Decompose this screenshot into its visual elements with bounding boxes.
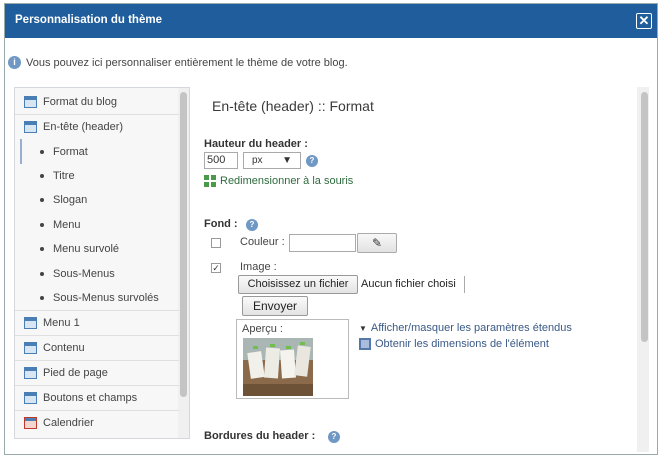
sidebar-subitem-slogan[interactable]: Slogan: [15, 188, 179, 213]
section-title: En-tête (header) :: Format: [212, 98, 374, 114]
help-icon[interactable]: ?: [306, 155, 318, 167]
sidebar-item-pied-de-page[interactable]: Pied de page: [15, 361, 179, 386]
unit-select-value: px: [252, 155, 263, 166]
resize-icon: [204, 175, 216, 187]
sidebar-subitem-format[interactable]: Format: [15, 140, 179, 165]
background-label: Fond :: [204, 218, 238, 230]
dialog-title: Personnalisation du thème: [15, 14, 162, 26]
sidebar-item-label: Slogan: [53, 194, 88, 206]
resize-link-label: Redimensionner à la souris: [220, 175, 354, 187]
color-checkbox[interactable]: [211, 238, 221, 248]
menu-icon: [24, 317, 37, 329]
sidebar-item-label: Titre: [53, 170, 75, 182]
resize-with-mouse-link[interactable]: Redimensionner à la souris: [204, 175, 353, 187]
sidebar-subitem-menu[interactable]: Menu: [15, 213, 179, 238]
sidebar-item-contenu[interactable]: Contenu: [15, 336, 179, 361]
footer-icon: [24, 367, 37, 379]
header-height-input[interactable]: 500: [204, 152, 238, 169]
get-dimensions-link[interactable]: Obtenir les dimensions de l'élément: [359, 338, 549, 350]
sidebar-subitem-titre[interactable]: Titre: [15, 164, 179, 189]
sidebar-item-label: Pied de page: [43, 367, 108, 379]
content-icon: [24, 342, 37, 354]
sidebar-item-menu-1[interactable]: Menu 1: [15, 311, 179, 336]
sidebar-item-label: Format du blog: [43, 96, 117, 108]
image-checkbox[interactable]: ✓: [211, 263, 221, 273]
triangle-down-icon: ▼: [359, 323, 367, 333]
bullet-icon: [40, 198, 44, 202]
sidebar-item-label: Menu: [53, 219, 81, 231]
bullet-icon: [40, 247, 44, 251]
info-icon: i: [8, 56, 21, 69]
sidebar-item-label: Contenu: [43, 342, 85, 354]
color-picker-button[interactable]: ✎: [357, 233, 397, 253]
sidebar-item-label: Calendrier: [43, 417, 94, 429]
dialog-titlebar: Personnalisation du thème ✕: [5, 4, 657, 38]
sidebar-scrollbar[interactable]: [180, 92, 187, 397]
close-icon[interactable]: ✕: [636, 13, 652, 29]
layout-icon: [24, 96, 37, 108]
bullet-icon: [40, 150, 44, 154]
help-icon[interactable]: ?: [328, 431, 340, 443]
sidebar-item-label: Menu 1: [43, 317, 80, 329]
get-dimensions-label: Obtenir les dimensions de l'élément: [375, 338, 549, 350]
sidebar-item-calendrier[interactable]: Calendrier: [15, 411, 179, 436]
calendar-icon: [24, 417, 37, 429]
bullet-icon: [40, 174, 44, 178]
image-label: Image :: [240, 261, 277, 273]
bullet-icon: [40, 272, 44, 276]
header-height-label: Hauteur du header :: [204, 138, 308, 150]
color-label: Couleur :: [240, 236, 285, 248]
info-message: i Vous pouvez ici personnaliser entièrem…: [8, 56, 348, 69]
info-text: Vous pouvez ici personnaliser entièremen…: [26, 56, 348, 69]
sidebar-item-en-tete[interactable]: En-tête (header): [15, 115, 179, 140]
header-icon: [24, 121, 37, 133]
unit-select[interactable]: px ▼: [243, 152, 301, 169]
dimensions-icon: [359, 338, 371, 350]
sidebar-item-label: Boutons et champs: [43, 392, 138, 404]
sidebar-subitem-sous-menus[interactable]: Sous-Menus: [15, 262, 179, 287]
buttons-icon: [24, 392, 37, 404]
choose-file-button[interactable]: Choisissez un fichier: [238, 275, 358, 294]
pencil-icon: ✎: [371, 236, 383, 250]
sidebar-item-label: Format: [53, 146, 88, 158]
sidebar-subitem-menu-survole[interactable]: Menu survolé: [15, 237, 179, 262]
send-button[interactable]: Envoyer: [242, 296, 308, 316]
sidebar-item-label: Sous-Menus survolés: [53, 292, 159, 304]
toggle-extended-settings-link[interactable]: ▼ Afficher/masquer les paramètres étendu…: [359, 322, 572, 334]
file-status: Aucun fichier choisi: [361, 276, 465, 293]
header-borders-label: Bordures du header :: [204, 430, 316, 442]
bullet-icon: [40, 223, 44, 227]
toggle-extended-label: Afficher/masquer les paramètres étendus: [370, 322, 572, 334]
sidebar-item-boutons-et-champs[interactable]: Boutons et champs: [15, 386, 179, 411]
sidebar-item-label: Sous-Menus: [53, 268, 115, 280]
sidebar-item-label: En-tête (header): [43, 121, 124, 133]
sidebar-item-format-du-blog[interactable]: Format du blog: [15, 90, 179, 115]
bullet-icon: [40, 296, 44, 300]
main-scrollbar[interactable]: [641, 92, 648, 342]
color-input[interactable]: [289, 234, 356, 252]
sidebar-item-label: Menu survolé: [53, 243, 120, 255]
preview-label: Aperçu :: [242, 323, 283, 335]
header-preview-image: [243, 338, 313, 396]
chevron-down-icon: ▼: [282, 155, 292, 166]
sidebar-subitem-sous-menus-survoles[interactable]: Sous-Menus survolés: [15, 286, 179, 311]
theme-sections-sidebar: Format du blog En-tête (header) Format T…: [14, 87, 190, 439]
help-icon[interactable]: ?: [246, 219, 258, 231]
